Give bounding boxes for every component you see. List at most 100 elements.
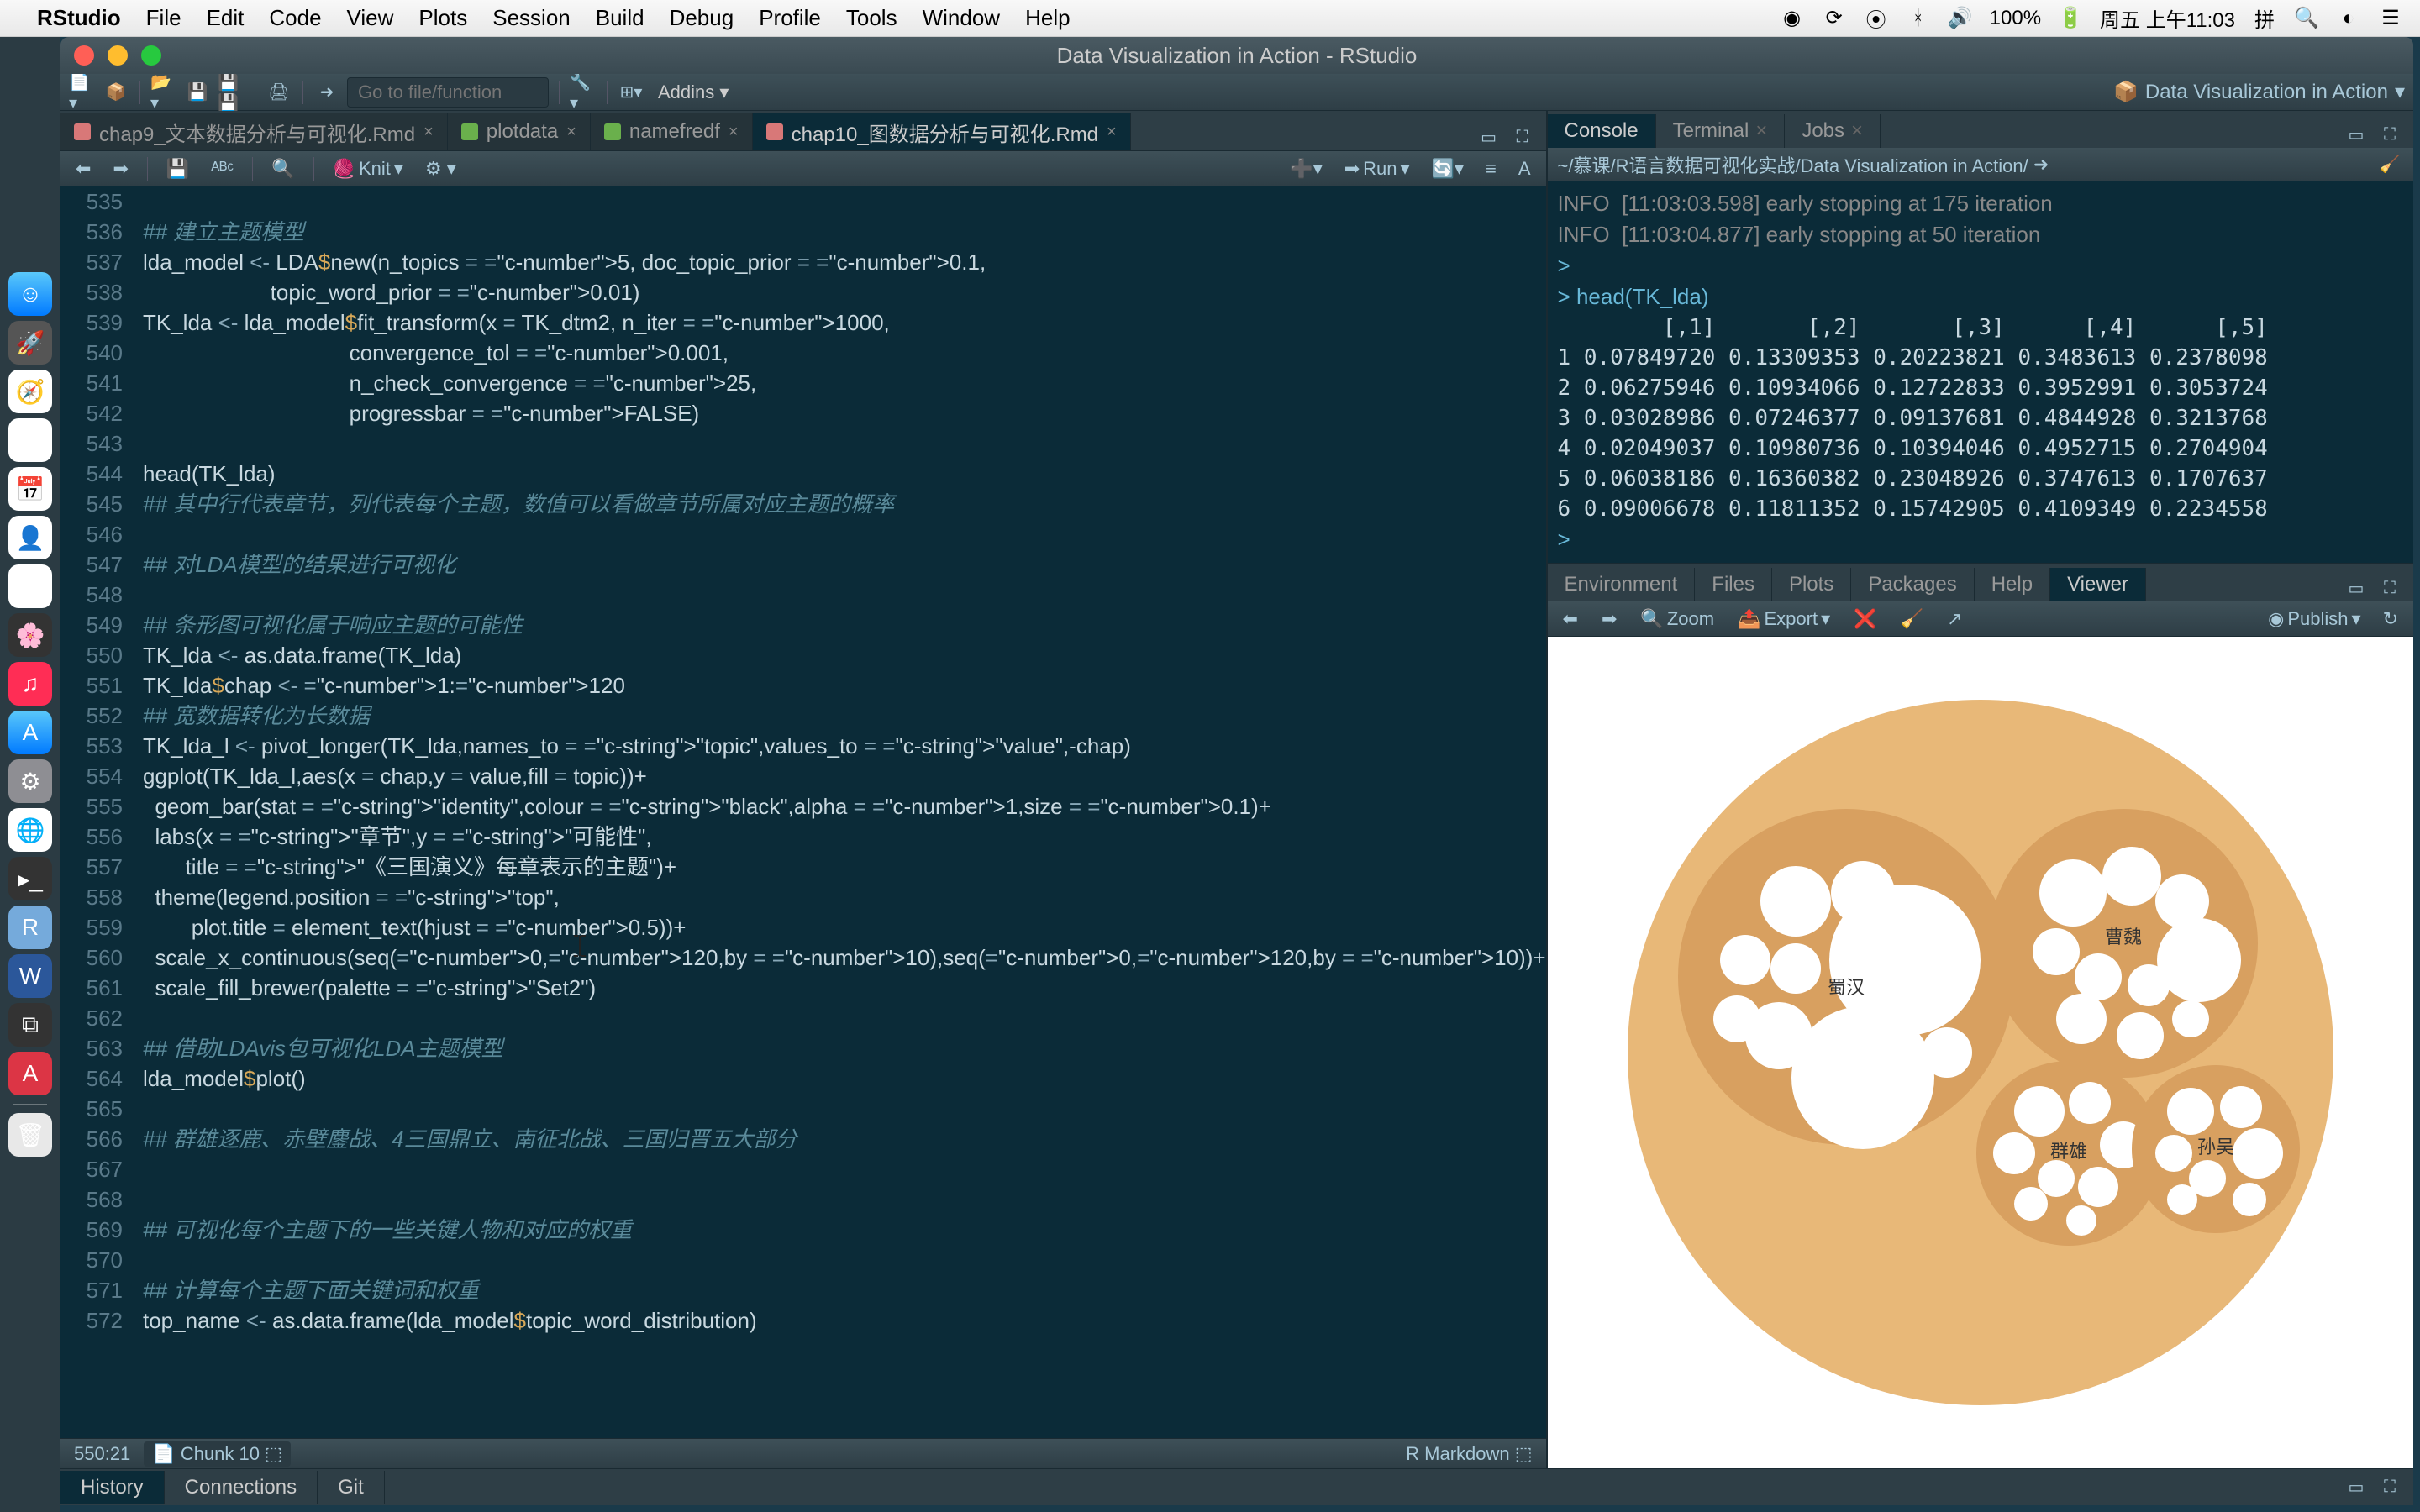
code-content[interactable]: ## 建立主题模型lda_model <- LDA$new(n_topics =… <box>136 186 1546 1438</box>
new-file-button[interactable]: 📄▾ <box>69 79 96 106</box>
jobs-tab[interactable]: Jobs × <box>1785 114 1881 148</box>
menu-session[interactable]: Session <box>492 5 571 31</box>
menu-code[interactable]: Code <box>269 5 321 31</box>
dock-mail[interactable]: ✉ <box>8 418 52 462</box>
window-minimize-button[interactable] <box>108 45 128 66</box>
dock-contacts[interactable]: 👤 <box>8 516 52 559</box>
remove-plot-button[interactable]: ❌ <box>1847 606 1883 632</box>
viewer-tab[interactable]: Viewer <box>2050 568 2146 601</box>
new-project-button[interactable]: 📦 <box>103 79 129 106</box>
open-file-button[interactable]: 📂▾ <box>150 79 177 106</box>
maximize-pane-icon[interactable]: ⛶ <box>2376 575 2403 601</box>
dock-chrome[interactable]: 🌐 <box>8 808 52 852</box>
environment-tab[interactable]: Environment <box>1548 568 1696 601</box>
close-tab-icon[interactable]: × <box>566 123 576 142</box>
find-button[interactable]: 🔍 <box>265 156 301 181</box>
dock-reminders[interactable]: ☑ <box>8 564 52 608</box>
window-close-button[interactable] <box>74 45 94 66</box>
project-selector[interactable]: 📦 Data Visualization in Action ▾ <box>2113 80 2405 104</box>
run-button[interactable]: ➡ Run ▾ <box>1338 156 1417 181</box>
forward-button[interactable]: ➡ <box>106 156 134 181</box>
editor-tab[interactable]: chap10_图数据分析与可视化.Rmd × <box>753 113 1131 150</box>
dock-trash[interactable]: 🗑 <box>8 1113 52 1157</box>
clear-all-button[interactable]: 🧹 <box>1894 606 1930 632</box>
maximize-pane-icon[interactable]: ⛶ <box>2376 121 2403 148</box>
menubar-app-name[interactable]: RStudio <box>37 5 121 31</box>
editor-tab[interactable]: namefredf × <box>591 113 753 150</box>
battery-percent[interactable]: 100% <box>1990 7 2041 30</box>
addins-menu[interactable]: Addins ▾ <box>651 81 735 103</box>
battery-icon[interactable]: 🔋 <box>2058 6 2083 31</box>
dock-music[interactable]: ♫ <box>8 662 52 706</box>
spotlight-icon[interactable]: 🔍 <box>2294 6 2319 31</box>
dock-settings[interactable]: ⚙ <box>8 759 52 803</box>
dock-launchpad[interactable]: 🚀 <box>8 321 52 365</box>
dock-word[interactable]: W <box>8 954 52 998</box>
dock-finder[interactable]: ☺ <box>8 272 52 316</box>
build-button[interactable]: 🔧▾ <box>570 79 597 106</box>
code-editor[interactable]: 5355365375385395405415425435445455465475… <box>60 186 1546 1438</box>
menu-window[interactable]: Window <box>923 5 1000 31</box>
close-tab-icon[interactable]: × <box>424 123 434 142</box>
insert-chunk-button[interactable]: ➕▾ <box>1283 156 1328 181</box>
save-button[interactable]: 💾 <box>160 156 196 181</box>
window-maximize-button[interactable] <box>141 45 161 66</box>
maximize-pane-icon[interactable]: ⛶ <box>1509 123 1536 150</box>
dock-safari[interactable]: 🧭 <box>8 370 52 413</box>
minimize-pane-icon[interactable]: ▭ <box>2343 121 2370 148</box>
editor-tab[interactable]: chap9_文本数据分析与可视化.Rmd × <box>60 113 448 150</box>
menu-tools[interactable]: Tools <box>846 5 897 31</box>
console-tab[interactable]: Console <box>1548 114 1656 148</box>
maximize-pane-icon[interactable]: ⛶ <box>2376 1474 2403 1501</box>
save-button[interactable]: 💾 <box>184 79 211 106</box>
record-icon[interactable]: ◉ <box>1780 6 1805 31</box>
refresh-button[interactable]: ↻ <box>2376 606 2405 632</box>
console-output[interactable]: INFO [11:03:03.598] early stopping at 17… <box>1548 181 2413 563</box>
terminal-tab[interactable]: Terminal × <box>1656 114 1786 148</box>
clear-console-button[interactable]: 🧹 <box>2376 151 2403 178</box>
menu-help[interactable]: Help <box>1025 5 1070 31</box>
export-button[interactable]: 📤 Export ▾ <box>1731 606 1837 632</box>
packages-tab[interactable]: Packages <box>1851 568 1974 601</box>
files-tab[interactable]: Files <box>1695 568 1772 601</box>
publish-button[interactable]: ◉ Publish ▾ <box>2261 606 2367 632</box>
dock-acrobat[interactable]: A <box>8 1052 52 1095</box>
minimize-pane-icon[interactable]: ▭ <box>2343 575 2370 601</box>
menu-edit[interactable]: Edit <box>207 5 245 31</box>
menu-profile[interactable]: Profile <box>759 5 821 31</box>
dock-calendar[interactable]: 📅 <box>8 467 52 511</box>
outline-button[interactable]: ≡ <box>1479 156 1503 181</box>
dock-rstudio[interactable]: R <box>8 906 52 949</box>
volume-icon[interactable]: 🔊 <box>1948 6 1973 31</box>
file-type-selector[interactable]: R Markdown ⬚ <box>1406 1443 1532 1465</box>
knit-button[interactable]: 🧶 Knit ▾ <box>326 156 410 181</box>
notification-center-icon[interactable]: ☰ <box>2378 6 2403 31</box>
goto-file-input[interactable] <box>347 77 549 108</box>
menu-view[interactable]: View <box>347 5 394 31</box>
back-button[interactable]: ⬅ <box>69 156 97 181</box>
dock-photos[interactable]: 🌸 <box>8 613 52 657</box>
compile-button[interactable]: A <box>1512 156 1538 181</box>
input-source-icon[interactable]: 拼 <box>2252 6 2277 31</box>
spellcheck-button[interactable]: ᴬᴮᶜ <box>204 156 240 181</box>
settings-gear-button[interactable]: ⚙ ▾ <box>418 156 463 181</box>
print-button[interactable]: 🖨 <box>266 79 292 106</box>
popout-button[interactable]: ↗ <box>1940 606 1969 632</box>
rerun-button[interactable]: 🔄▾ <box>1425 156 1470 181</box>
dock-terminal[interactable]: ▸_ <box>8 857 52 900</box>
git-tab[interactable]: Git <box>318 1471 385 1504</box>
viewer-back-button[interactable]: ⬅ <box>1556 606 1585 632</box>
viewer-content[interactable]: 蜀汉 <box>1548 637 2413 1468</box>
siri-icon[interactable]: ◐ <box>2336 6 2361 31</box>
grid-button[interactable]: ⊞▾ <box>618 79 644 106</box>
menu-debug[interactable]: Debug <box>670 5 734 31</box>
sync-icon[interactable]: ⟳ <box>1822 6 1847 31</box>
help-tab[interactable]: Help <box>1975 568 2050 601</box>
plots-tab[interactable]: Plots <box>1772 568 1851 601</box>
dock-vscode[interactable]: ⧉ <box>8 1003 52 1047</box>
bluetooth-icon[interactable]: ᚼ <box>1906 6 1931 31</box>
minimize-pane-icon[interactable]: ▭ <box>2343 1474 2370 1501</box>
history-tab[interactable]: History <box>60 1471 165 1504</box>
close-tab-icon[interactable]: × <box>729 123 739 142</box>
close-tab-icon[interactable]: × <box>1107 123 1117 142</box>
